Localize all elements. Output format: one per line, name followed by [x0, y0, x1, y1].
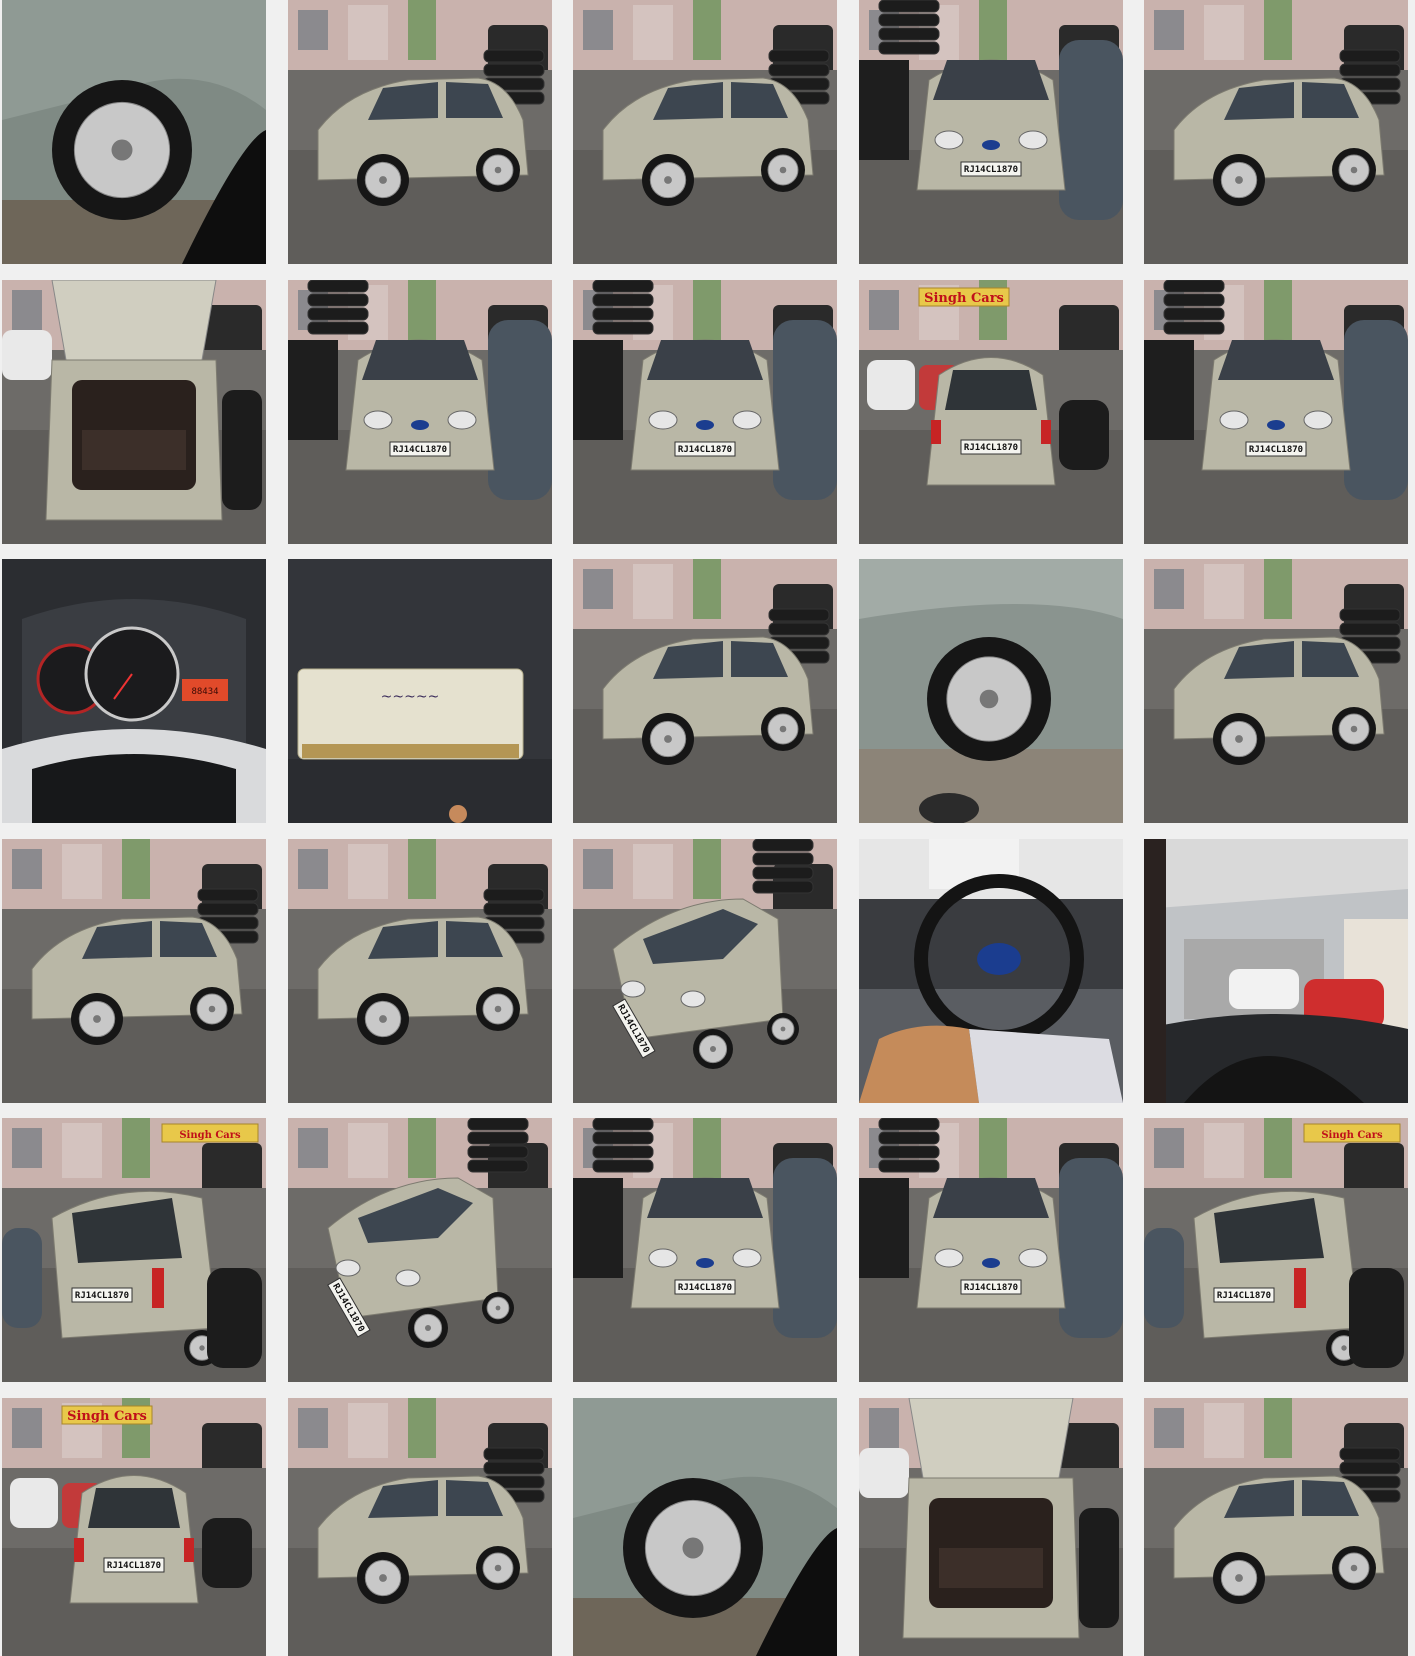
car-photo-image: RJ14CL1870 — [573, 1118, 837, 1382]
car-photo-image: ~~~~~ — [288, 559, 552, 823]
svg-text:RJ14CL1870: RJ14CL1870 — [678, 445, 732, 455]
car-photo-image: RJ14CL1870 — [288, 280, 552, 544]
svg-text:RJ14CL1870: RJ14CL1870 — [964, 1283, 1018, 1293]
car-photo-image — [288, 0, 552, 264]
photo-gallery: RJ14CL1870 Singh Cars — [0, 0, 1415, 1656]
car-photo-image: RJ14CL1870 — [859, 0, 1123, 264]
car-photo-image — [573, 559, 837, 823]
car-photo-image: RJ14CL1870 — [859, 1118, 1123, 1382]
svg-text:RJ14CL1870: RJ14CL1870 — [964, 443, 1018, 453]
gallery-photo-key-tag[interactable]: ~~~~~ — [288, 559, 552, 823]
svg-text:Singh Cars: Singh Cars — [1321, 1130, 1383, 1141]
car-photo-image — [2, 0, 266, 264]
car-photo-image: RJ14CL1870 — [288, 1118, 552, 1382]
svg-text:RJ14CL1870: RJ14CL1870 — [393, 445, 447, 455]
svg-text:~~~~~: ~~~~~ — [381, 689, 440, 705]
car-photo-image — [1144, 559, 1408, 823]
car-photo-image — [573, 1398, 837, 1656]
car-photo-image — [288, 1398, 552, 1656]
gallery-photo-front-angle[interactable]: RJ14CL1870 — [573, 839, 837, 1103]
gallery-photo-side-left[interactable] — [573, 559, 837, 823]
car-photo-image — [859, 839, 1123, 1103]
gallery-photo-side-wheel-close[interactable] — [2, 0, 266, 264]
gallery-photo-side-left[interactable] — [1144, 559, 1408, 823]
gallery-photo-steering-interior[interactable] — [859, 839, 1123, 1103]
car-photo-image: Singh Cars RJ14CL1870 — [859, 280, 1123, 544]
gallery-photo-front[interactable]: RJ14CL1870 — [573, 1118, 837, 1382]
gallery-photo-side-left[interactable] — [1144, 0, 1408, 264]
car-photo-image — [859, 559, 1123, 823]
gallery-photo-side-left[interactable] — [1144, 1398, 1408, 1656]
svg-text:Singh Cars: Singh Cars — [67, 1409, 147, 1424]
gallery-photo-front[interactable]: RJ14CL1870 — [859, 0, 1123, 264]
gallery-photo-windshield-interior[interactable] — [1144, 839, 1408, 1103]
svg-text:RJ14CL1870: RJ14CL1870 — [75, 1291, 129, 1301]
gallery-photo-side-left[interactable] — [288, 0, 552, 264]
svg-text:RJ14CL1870: RJ14CL1870 — [107, 1561, 161, 1571]
svg-text:RJ14CL1870: RJ14CL1870 — [964, 165, 1018, 175]
car-photo-image — [1144, 0, 1408, 264]
car-photo-image — [1144, 1398, 1408, 1656]
gallery-photo-boot-open[interactable]: Singh Cars — [859, 1398, 1123, 1656]
car-photo-image: Singh Cars RJ14CL1870 — [2, 1398, 266, 1656]
gallery-photo-rear-angle[interactable]: Singh Cars RJ14CL1870 — [1144, 1118, 1408, 1382]
svg-text:RJ14CL1870: RJ14CL1870 — [1217, 1291, 1271, 1301]
car-photo-image — [1144, 839, 1408, 1103]
car-photo-image — [2, 839, 266, 1103]
gallery-photo-front[interactable]: RJ14CL1870 — [288, 280, 552, 544]
svg-text:Singh Cars: Singh Cars — [179, 1130, 241, 1141]
gallery-photo-front-wheel-close[interactable] — [859, 559, 1123, 823]
car-photo-image: Singh Cars — [2, 280, 266, 544]
gallery-photo-front[interactable]: RJ14CL1870 — [1144, 280, 1408, 544]
gallery-photo-side-left[interactable] — [2, 839, 266, 1103]
svg-text:88434: 88434 — [191, 687, 218, 697]
car-photo-image: Singh Cars RJ14CL1870 — [2, 1118, 266, 1382]
gallery-photo-side-left[interactable] — [288, 839, 552, 1103]
car-photo-image: RJ14CL1870 — [573, 280, 837, 544]
gallery-photo-dashboard-gauges[interactable]: 88434 — [2, 559, 266, 823]
gallery-photo-front[interactable]: RJ14CL1870 — [573, 280, 837, 544]
car-photo-image: Singh Cars RJ14CL1870 — [1144, 1118, 1408, 1382]
gallery-photo-rear[interactable]: Singh Cars RJ14CL1870 — [859, 280, 1123, 544]
gallery-photo-side-wheel-close[interactable] — [573, 1398, 837, 1656]
car-photo-image — [288, 839, 552, 1103]
car-photo-image — [573, 0, 837, 264]
svg-text:RJ14CL1870: RJ14CL1870 — [678, 1283, 732, 1293]
car-photo-image: RJ14CL1870 — [573, 839, 837, 1103]
gallery-photo-front[interactable]: RJ14CL1870 — [859, 1118, 1123, 1382]
gallery-photo-side-left[interactable] — [288, 1398, 552, 1656]
gallery-photo-side-left[interactable] — [573, 0, 837, 264]
car-photo-image: RJ14CL1870 — [1144, 280, 1408, 544]
svg-text:RJ14CL1870: RJ14CL1870 — [1249, 445, 1303, 455]
gallery-photo-boot-open[interactable]: Singh Cars — [2, 280, 266, 544]
car-photo-image: 88434 — [2, 559, 266, 823]
gallery-photo-rear-angle[interactable]: Singh Cars RJ14CL1870 — [2, 1118, 266, 1382]
gallery-photo-front-angle[interactable]: RJ14CL1870 — [288, 1118, 552, 1382]
svg-text:Singh Cars: Singh Cars — [924, 291, 1004, 306]
car-photo-image: Singh Cars — [859, 1398, 1123, 1656]
gallery-photo-rear[interactable]: Singh Cars RJ14CL1870 — [2, 1398, 266, 1656]
